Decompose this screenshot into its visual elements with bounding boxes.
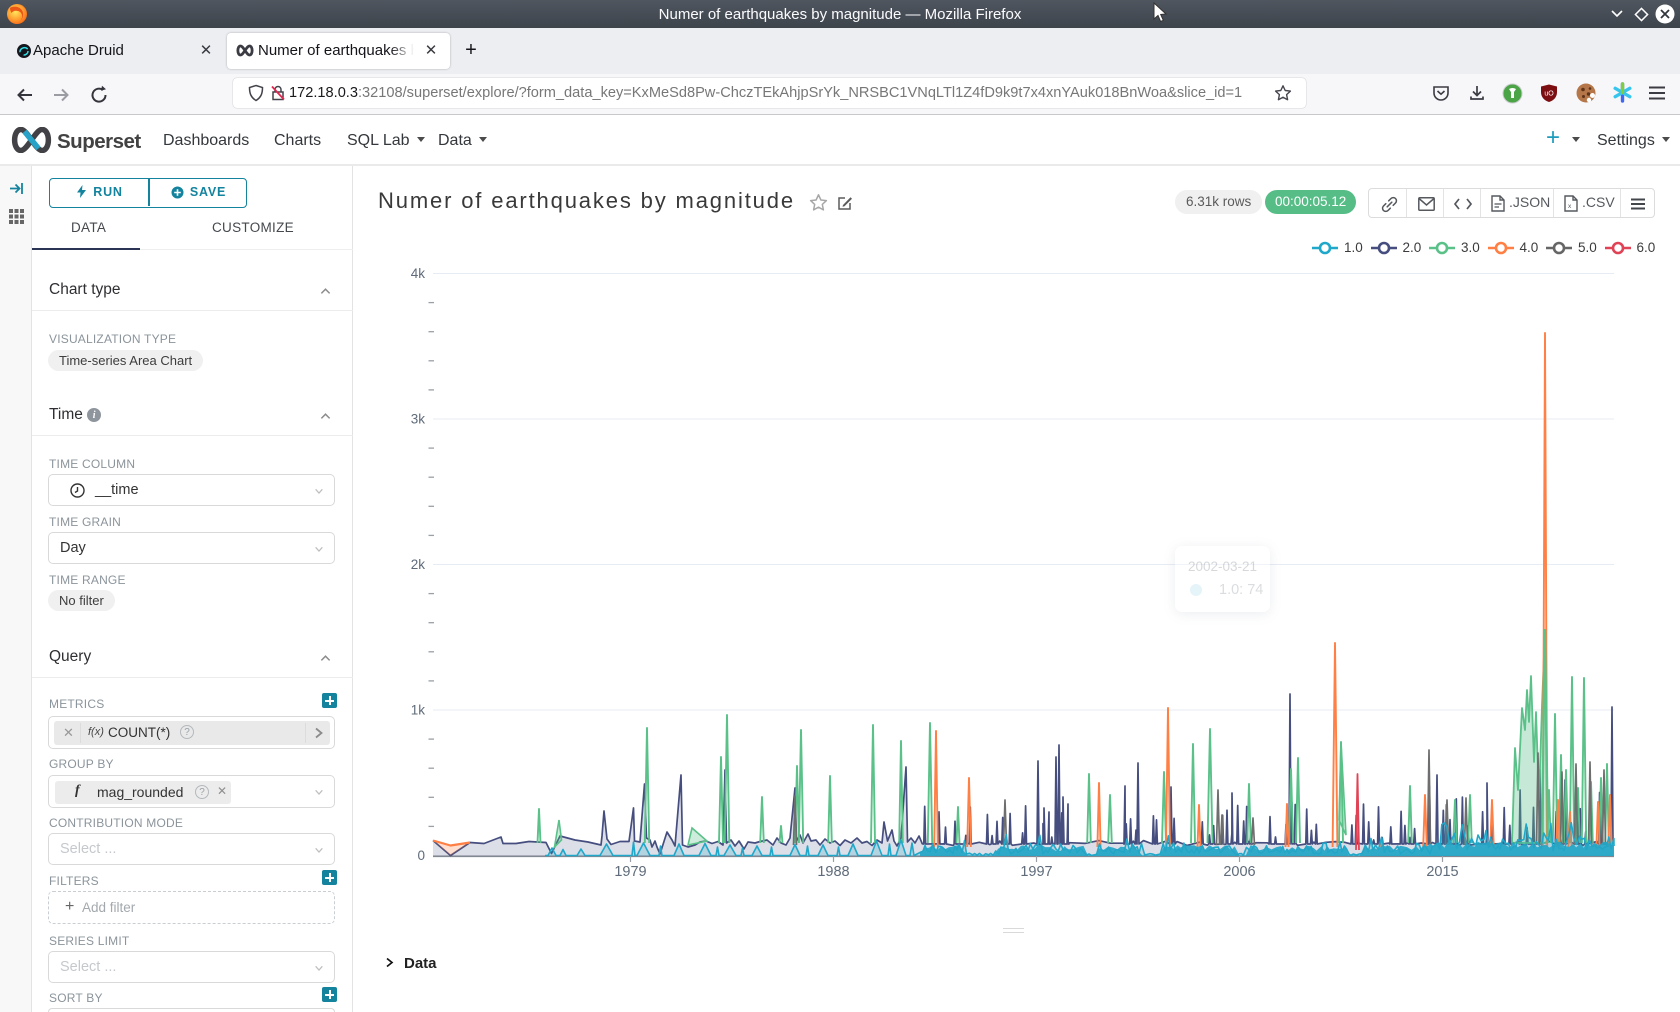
svg-text:uO: uO	[1544, 91, 1554, 98]
svg-text:x: x	[1568, 203, 1572, 210]
